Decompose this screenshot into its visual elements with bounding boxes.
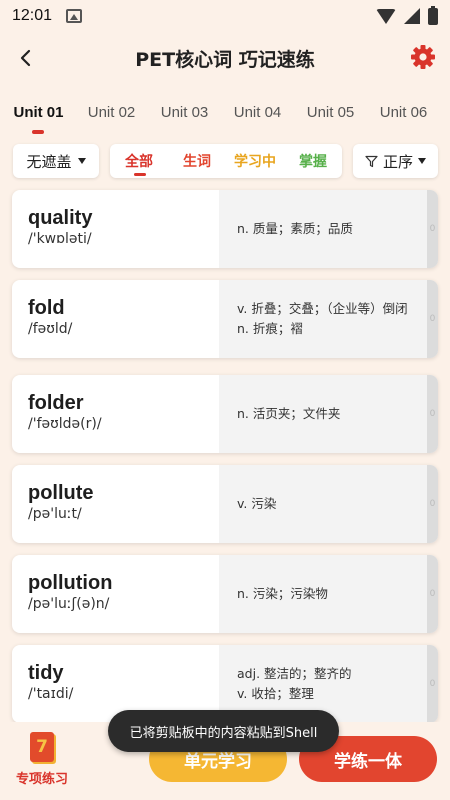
word-phonetic: /'taɪdi/ — [28, 686, 74, 702]
word-card[interactable]: quality /'kwɒləti/ n. 质量；素质；品质 0 — [12, 190, 438, 268]
unit-tabs: Unit 01 Unit 02 Unit 03 Unit 04 Unit 05 … — [0, 100, 450, 140]
tab-unit-02[interactable]: Unit 02 — [75, 100, 148, 140]
word-phonetic: /'fəʊldə(r)/ — [28, 416, 102, 432]
word-definition: n. 质量；素质；品质 — [237, 221, 353, 236]
word-phonetic: /fəʊld/ — [28, 321, 73, 337]
review-count: 0 — [427, 375, 438, 453]
filter-mastered[interactable]: 掌握 — [284, 151, 342, 171]
word-info: fold /fəʊld/ — [12, 280, 219, 358]
wifi-icon — [376, 8, 396, 24]
sort-dropdown[interactable]: 正序 — [353, 144, 438, 178]
word-definition: n. 污染；污染物 — [237, 586, 328, 601]
word-definition-panel: n. 活页夹；文件夹 — [219, 375, 427, 453]
review-count: 0 — [427, 465, 438, 543]
review-count: 0 — [427, 280, 438, 358]
word-status-filter: 全部 生词 学习中 掌握 — [110, 144, 342, 178]
tab-unit-04[interactable]: Unit 04 — [221, 100, 294, 140]
word-info: folder /'fəʊldə(r)/ — [12, 375, 219, 453]
page-title: PET核心词 巧记速练 — [135, 48, 315, 71]
word-definition: v. 折叠；交叠；（企业等）倒闭 — [237, 301, 408, 316]
app-header: PET核心词 巧记速练 — [0, 36, 450, 80]
funnel-icon — [365, 155, 378, 167]
word-definition: n. 活页夹；文件夹 — [237, 406, 341, 421]
word-card[interactable]: pollution /pə'luːʃ(ə)n/ n. 污染；污染物 0 — [12, 555, 438, 633]
back-button[interactable] — [14, 44, 40, 72]
cover-mode-dropdown[interactable]: 无遮盖 — [13, 144, 99, 178]
word-info: quality /'kwɒləti/ — [12, 190, 219, 268]
word-card[interactable]: folder /'fəʊldə(r)/ n. 活页夹；文件夹 0 — [12, 375, 438, 453]
image-notification-icon — [66, 9, 83, 23]
status-bar: 12:01 — [0, 0, 450, 32]
word-phonetic: /pə'luːt/ — [28, 506, 82, 522]
word-definition-panel: n. 质量；素质；品质 — [219, 190, 427, 268]
word-info: pollution /pə'luːʃ(ə)n/ — [12, 555, 219, 633]
word-text: fold — [28, 297, 65, 319]
filter-all[interactable]: 全部 — [110, 151, 168, 176]
special-practice-label: 专项练习 — [15, 772, 68, 787]
word-info: pollute /pə'luːt/ — [12, 465, 219, 543]
word-definition: v. 污染 — [237, 496, 277, 511]
word-card[interactable]: fold /fəʊld/ v. 折叠；交叠；（企业等）倒闭 n. 折痕；褶 0 — [12, 280, 438, 358]
status-icons — [376, 5, 438, 25]
word-text: pollute — [28, 482, 94, 504]
calendar-icon: 7 — [30, 732, 54, 762]
filter-row: 无遮盖 全部 生词 学习中 掌握 正序 — [0, 142, 450, 182]
battery-icon — [428, 5, 438, 25]
gear-icon — [411, 45, 435, 69]
review-count: 0 — [427, 190, 438, 268]
special-practice-button[interactable]: 7 专项练习 — [10, 732, 74, 792]
word-definition-panel: v. 折叠；交叠；（企业等）倒闭 n. 折痕；褶 — [219, 280, 427, 358]
word-definition-panel: v. 污染 — [219, 465, 427, 543]
caret-down-icon — [418, 158, 426, 164]
status-time: 12:01 — [12, 7, 53, 24]
chevron-left-icon — [20, 49, 31, 67]
word-phonetic: /'kwɒləti/ — [28, 231, 92, 247]
word-definition-panel: n. 污染；污染物 — [219, 555, 427, 633]
filter-new-words[interactable]: 生词 — [168, 151, 226, 171]
review-count: 0 — [427, 645, 438, 723]
cover-mode-label: 无遮盖 — [26, 152, 72, 171]
word-text: tidy — [28, 662, 64, 684]
filter-learning[interactable]: 学习中 — [226, 151, 284, 171]
tab-unit-05[interactable]: Unit 05 — [294, 100, 367, 140]
tab-unit-01[interactable]: Unit 01 — [2, 100, 75, 140]
sort-label: 正序 — [382, 152, 413, 171]
word-definition: n. 折痕；褶 — [237, 321, 303, 336]
clipboard-toast: 已将剪贴板中的内容粘贴到Shell — [108, 710, 339, 752]
word-text: quality — [28, 207, 93, 229]
word-card[interactable]: pollute /pə'luːt/ v. 污染 0 — [12, 465, 438, 543]
caret-down-icon — [77, 158, 86, 164]
review-count: 0 — [427, 555, 438, 633]
word-text: pollution — [28, 572, 113, 594]
word-text: folder — [28, 392, 84, 414]
word-definition: adj. 整洁的；整齐的 — [237, 666, 352, 681]
tab-unit-06[interactable]: Unit 06 — [367, 100, 440, 140]
signal-icon — [404, 8, 420, 24]
word-phonetic: /pə'luːʃ(ə)n/ — [28, 596, 110, 612]
tab-unit-03[interactable]: Unit 03 — [148, 100, 221, 140]
word-definition: v. 收拾；整理 — [237, 686, 314, 701]
settings-button[interactable] — [408, 42, 438, 72]
